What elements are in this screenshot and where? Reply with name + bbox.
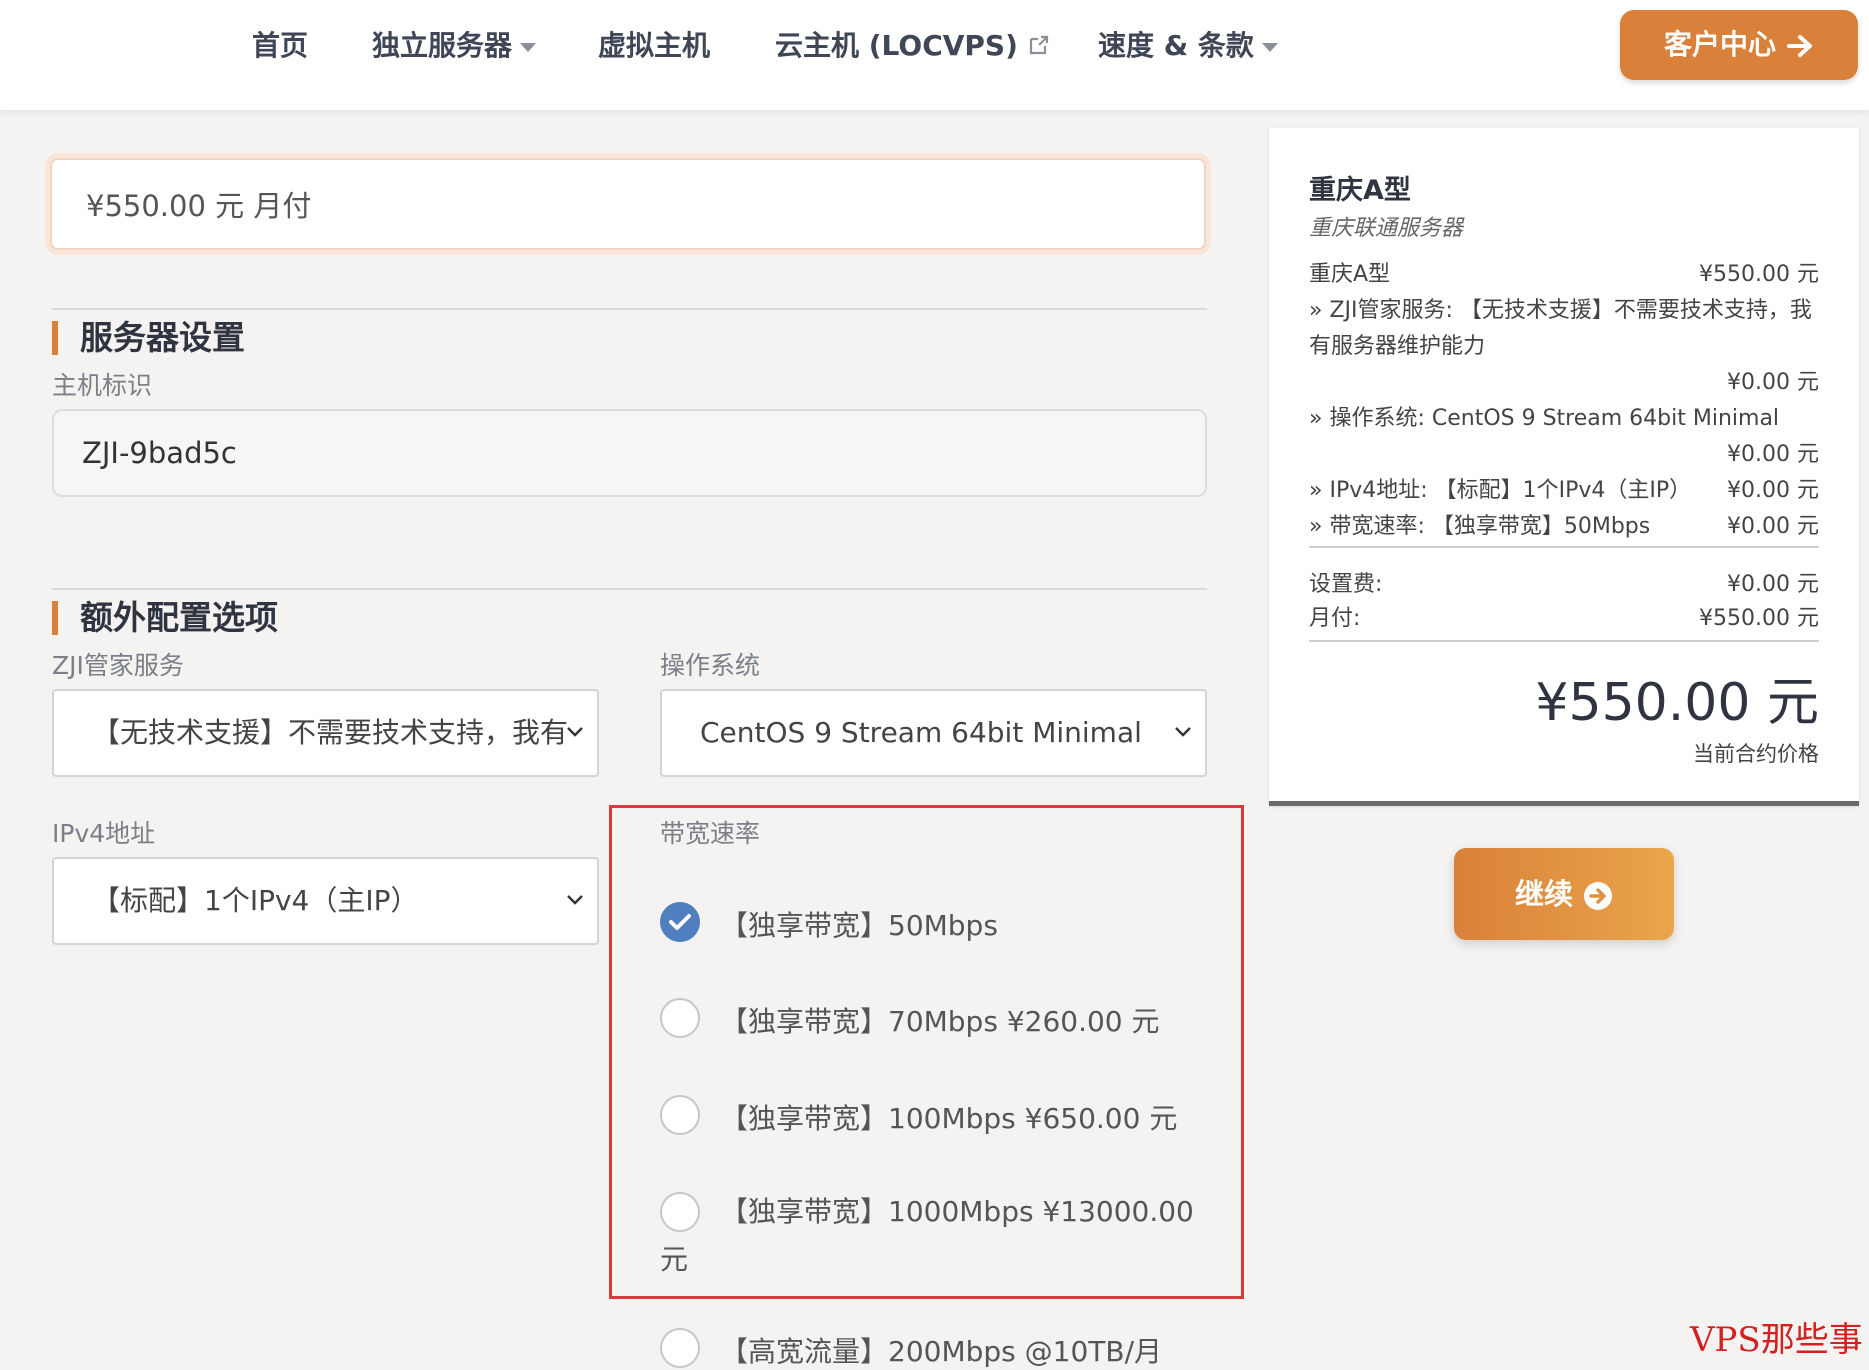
- bandwidth-option-label: 【独享带宽】100Mbps ¥650.00 元: [720, 1102, 1178, 1135]
- chevron-down-icon: [1175, 727, 1191, 737]
- summary-total: ¥550.00 元: [1535, 673, 1819, 733]
- summary-product-group: 重庆联通服务器: [1309, 216, 1464, 241]
- nav-speed-label: 速度 & 条款: [1098, 29, 1254, 62]
- nav-virtual-hosting[interactable]: 虚拟主机: [598, 28, 710, 64]
- summary-os-label: » 操作系统: CentOS 9 Stream 64bit Minimal: [1309, 406, 1780, 431]
- summary-ipv4-label: » IPv4地址: 【标配】1个IPv4（主IP）: [1309, 478, 1692, 503]
- external-link-icon: [1028, 29, 1050, 65]
- caret-down-icon: [1261, 42, 1278, 52]
- summary-os-amount: ¥0.00 元: [1727, 442, 1819, 467]
- chevron-down-icon: [567, 727, 583, 737]
- hostname-input[interactable]: ZJI-9bad5c: [52, 409, 1207, 497]
- nav-dedicated-servers[interactable]: 独立服务器: [372, 28, 537, 64]
- summary-setup-label: 设置费:: [1309, 572, 1383, 597]
- server-settings-heading: 服务器设置: [52, 316, 245, 360]
- hostname-label: 主机标识: [52, 371, 153, 400]
- continue-label: 继续: [1514, 877, 1573, 911]
- butler-service-label: ZJI管家服务: [52, 651, 184, 680]
- radio-checked[interactable]: [660, 902, 700, 942]
- summary-divider: [1309, 640, 1819, 642]
- summary-monthly-amount: ¥550.00 元: [1699, 606, 1819, 631]
- ipv4-label: IPv4地址: [52, 819, 156, 848]
- nav-cloud-label: 云主机 (LOCVPS): [775, 29, 1018, 62]
- nav-speed-terms[interactable]: 速度 & 条款: [1098, 28, 1278, 64]
- bandwidth-option-label: 【独享带宽】70Mbps ¥260.00 元: [720, 1005, 1160, 1038]
- os-value: CentOS 9 Stream 64bit Minimal: [700, 716, 1142, 749]
- butler-service-select[interactable]: 【无技术支援】不需要技术支持，我有: [52, 689, 599, 777]
- summary-bandwidth-label: » 带宽速率: 【独享带宽】50Mbps: [1309, 514, 1651, 539]
- server-settings-title: 服务器设置: [80, 318, 245, 357]
- divider: [52, 588, 1207, 590]
- continue-button[interactable]: 继续: [1454, 848, 1674, 940]
- radio-unchecked[interactable]: [660, 1095, 700, 1135]
- caret-down-icon: [520, 42, 537, 52]
- summary-base-label: 重庆A型: [1309, 262, 1391, 287]
- summary-monthly-label: 月付:: [1309, 606, 1361, 631]
- summary-butler-line2: 有服务器维护能力: [1309, 334, 1486, 359]
- summary-bandwidth-amount: ¥0.00 元: [1727, 514, 1819, 539]
- nav-cloud-hosting[interactable]: 云主机 (LOCVPS): [775, 28, 1050, 64]
- extra-options-title: 额外配置选项: [80, 598, 278, 637]
- arrow-right-icon: [1787, 35, 1812, 57]
- nav-home[interactable]: 首页: [252, 28, 308, 64]
- arrow-circle-right-icon: [1584, 882, 1612, 910]
- bandwidth-option-label-wrap: 元: [660, 1243, 689, 1276]
- chevron-down-icon: [567, 895, 583, 905]
- radio-unchecked[interactable]: [660, 1328, 700, 1368]
- extra-options-heading: 额外配置选项: [52, 596, 278, 640]
- summary-setup-amount: ¥0.00 元: [1727, 572, 1819, 597]
- client-center-button[interactable]: 客户中心: [1620, 10, 1858, 80]
- os-select[interactable]: CentOS 9 Stream 64bit Minimal: [660, 689, 1207, 777]
- os-label: 操作系统: [660, 651, 761, 680]
- divider: [52, 308, 1207, 310]
- summary-total-caption: 当前合约价格: [1693, 742, 1819, 766]
- radio-unchecked[interactable]: [660, 1192, 700, 1232]
- ipv4-value: 【标配】1个IPv4（主IP）: [92, 884, 419, 917]
- billing-cycle-price[interactable]: ¥550.00 元 月付: [50, 158, 1206, 250]
- summary-base-amount: ¥550.00 元: [1699, 262, 1819, 287]
- summary-divider: [1309, 546, 1819, 548]
- summary-product-name: 重庆A型: [1309, 175, 1411, 206]
- bandwidth-option-label: 【独享带宽】50Mbps: [720, 909, 998, 942]
- check-icon: [669, 914, 691, 930]
- watermark: VPS那些事: [1690, 1320, 1863, 1360]
- summary-butler-amount: ¥0.00 元: [1727, 370, 1819, 395]
- heading-accent-bar: [52, 601, 58, 635]
- client-center-label: 客户中心: [1663, 28, 1776, 61]
- bandwidth-option-label: 【独享带宽】1000Mbps ¥13000.00: [720, 1195, 1194, 1228]
- radio-unchecked[interactable]: [660, 998, 700, 1038]
- bandwidth-label: 带宽速率: [660, 819, 761, 848]
- bandwidth-option-label: 【高宽流量】200Mbps @10TB/月: [720, 1335, 1163, 1368]
- summary-ipv4-amount: ¥0.00 元: [1727, 478, 1819, 503]
- top-navbar: 首页 独立服务器 虚拟主机 云主机 (LOCVPS) 速度 & 条款 客户中心: [0, 0, 1869, 110]
- summary-butler-line1: » ZJI管家服务: 【无技术支援】不需要技术支持，我: [1309, 298, 1812, 323]
- nav-dedicated-label: 独立服务器: [372, 29, 513, 62]
- order-summary-card: 重庆A型 重庆联通服务器 重庆A型 ¥550.00 元 » ZJI管家服务: 【…: [1269, 128, 1859, 806]
- butler-service-value: 【无技术支援】不需要技术支持，我有: [92, 716, 569, 749]
- ipv4-select[interactable]: 【标配】1个IPv4（主IP）: [52, 857, 599, 945]
- heading-accent-bar: [52, 321, 58, 355]
